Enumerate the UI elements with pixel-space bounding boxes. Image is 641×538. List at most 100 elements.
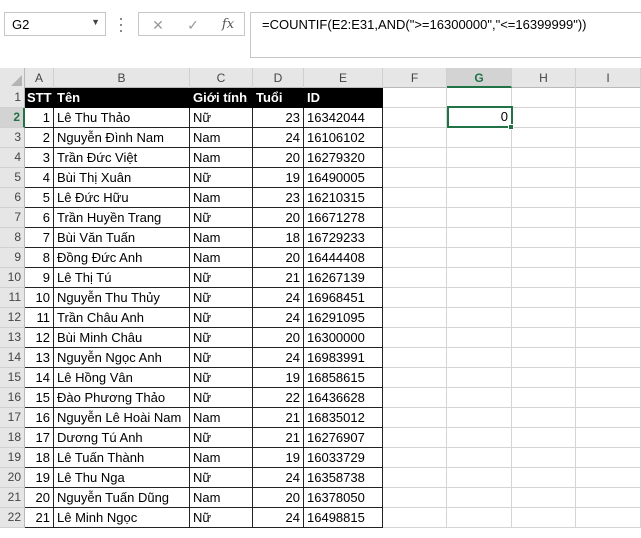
cell-gioi-tinh[interactable]: Nam: [190, 128, 253, 148]
cell[interactable]: [576, 348, 641, 368]
cell-id[interactable]: 16106102: [304, 128, 383, 148]
cell-tuoi[interactable]: 20: [253, 488, 304, 508]
cell[interactable]: [576, 508, 641, 528]
cell-ten[interactable]: Bùi Thị Xuân: [54, 168, 190, 188]
chevron-down-icon[interactable]: ▼: [91, 17, 100, 27]
cell[interactable]: [447, 348, 512, 368]
cell-gioi-tinh[interactable]: Nam: [190, 448, 253, 468]
cell[interactable]: [576, 448, 641, 468]
row-header[interactable]: 22: [0, 508, 25, 528]
cell-ten[interactable]: Bùi Minh Châu: [54, 328, 190, 348]
row-header[interactable]: 12: [0, 308, 25, 328]
cell-id[interactable]: 16279320: [304, 148, 383, 168]
cell-tuoi[interactable]: 20: [253, 148, 304, 168]
row-header[interactable]: 18: [0, 428, 25, 448]
cell[interactable]: [512, 188, 576, 208]
cell[interactable]: [512, 388, 576, 408]
cell-gioi-tinh[interactable]: Nữ: [190, 108, 253, 128]
cell-gioi-tinh[interactable]: Nam: [190, 408, 253, 428]
cell-stt[interactable]: 1: [25, 108, 54, 128]
cell[interactable]: [383, 368, 447, 388]
cell-id[interactable]: 16291095: [304, 308, 383, 328]
cell[interactable]: [512, 128, 576, 148]
cell-ten[interactable]: Dương Tú Anh: [54, 428, 190, 448]
cell-tuoi[interactable]: 20: [253, 208, 304, 228]
cell-stt[interactable]: 4: [25, 168, 54, 188]
cell[interactable]: [576, 328, 641, 348]
row-header[interactable]: 1: [0, 88, 25, 108]
cell-id[interactable]: 16436628: [304, 388, 383, 408]
cell-id[interactable]: 16378050: [304, 488, 383, 508]
cell-ten[interactable]: Lê Thu Thảo: [54, 108, 190, 128]
cell[interactable]: [512, 228, 576, 248]
cell-tuoi[interactable]: 24: [253, 128, 304, 148]
cell-gioi-tinh[interactable]: Nữ: [190, 208, 253, 228]
cell[interactable]: [576, 428, 641, 448]
row-header[interactable]: 9: [0, 248, 25, 268]
cell-tuoi[interactable]: 19: [253, 448, 304, 468]
cell-ten[interactable]: Đào Phương Thảo: [54, 388, 190, 408]
cell[interactable]: [512, 248, 576, 268]
cell-id[interactable]: 16342044: [304, 108, 383, 128]
check-icon[interactable]: ✓: [182, 15, 204, 35]
cell-ten[interactable]: Nguyễn Tuấn Dũng: [54, 488, 190, 508]
cell-stt[interactable]: 9: [25, 268, 54, 288]
header-cell-gioi-tinh[interactable]: Giới tính: [190, 88, 253, 108]
cell-tuoi[interactable]: 24: [253, 288, 304, 308]
cell-stt[interactable]: 2: [25, 128, 54, 148]
cell[interactable]: [576, 288, 641, 308]
cell-stt[interactable]: 21: [25, 508, 54, 528]
cell-gioi-tinh[interactable]: Nữ: [190, 388, 253, 408]
cell[interactable]: [383, 508, 447, 528]
cell[interactable]: [383, 468, 447, 488]
cell-tuoi[interactable]: 23: [253, 188, 304, 208]
cell[interactable]: [512, 308, 576, 328]
column-header-g[interactable]: G: [447, 68, 512, 88]
cell[interactable]: [512, 328, 576, 348]
cell-ten[interactable]: Nguyễn Đình Nam: [54, 128, 190, 148]
row-header[interactable]: 20: [0, 468, 25, 488]
cell-ten[interactable]: Trần Huyền Trang: [54, 208, 190, 228]
fx-icon[interactable]: fx: [217, 15, 239, 35]
column-header-e[interactable]: E: [304, 68, 383, 88]
cell-id[interactable]: 16983991: [304, 348, 383, 368]
column-header-d[interactable]: D: [253, 68, 304, 88]
cell[interactable]: [576, 148, 641, 168]
row-header[interactable]: 3: [0, 128, 25, 148]
row-header[interactable]: 5: [0, 168, 25, 188]
cell-id[interactable]: 16276907: [304, 428, 383, 448]
cell-ten[interactable]: Bùi Văn Tuấn: [54, 228, 190, 248]
cell-gioi-tinh[interactable]: Nữ: [190, 348, 253, 368]
cell-id[interactable]: 16300000: [304, 328, 383, 348]
cell-id[interactable]: 16210315: [304, 188, 383, 208]
cell[interactable]: [447, 148, 512, 168]
cell-tuoi[interactable]: 19: [253, 168, 304, 188]
cell-gioi-tinh[interactable]: Nữ: [190, 368, 253, 388]
cell-ten[interactable]: Trần Châu Anh: [54, 308, 190, 328]
cell-stt[interactable]: 10: [25, 288, 54, 308]
cell-ten[interactable]: Lê Minh Ngọc: [54, 508, 190, 528]
cell-tuoi[interactable]: 20: [253, 328, 304, 348]
cell-stt[interactable]: 13: [25, 348, 54, 368]
cell[interactable]: [383, 268, 447, 288]
cell-gioi-tinh[interactable]: Nữ: [190, 308, 253, 328]
cell-ten[interactable]: Lê Hồng Vân: [54, 368, 190, 388]
cell-ten[interactable]: Đồng Đức Anh: [54, 248, 190, 268]
cell-id[interactable]: 16444408: [304, 248, 383, 268]
cell[interactable]: [383, 248, 447, 268]
cell-ten[interactable]: Lê Thị Tú: [54, 268, 190, 288]
cell-stt[interactable]: 7: [25, 228, 54, 248]
cell-tuoi[interactable]: 24: [253, 508, 304, 528]
cell-tuoi[interactable]: 24: [253, 308, 304, 328]
cell[interactable]: [447, 428, 512, 448]
cell-stt[interactable]: 12: [25, 328, 54, 348]
cell-tuoi[interactable]: 24: [253, 348, 304, 368]
cell-gioi-tinh[interactable]: Nữ: [190, 508, 253, 528]
cell[interactable]: [383, 308, 447, 328]
row-header[interactable]: 2: [0, 108, 25, 128]
cell[interactable]: [447, 488, 512, 508]
cell[interactable]: [383, 288, 447, 308]
cell[interactable]: [447, 448, 512, 468]
cell-id[interactable]: 16498815: [304, 508, 383, 528]
cell-gioi-tinh[interactable]: Nam: [190, 488, 253, 508]
